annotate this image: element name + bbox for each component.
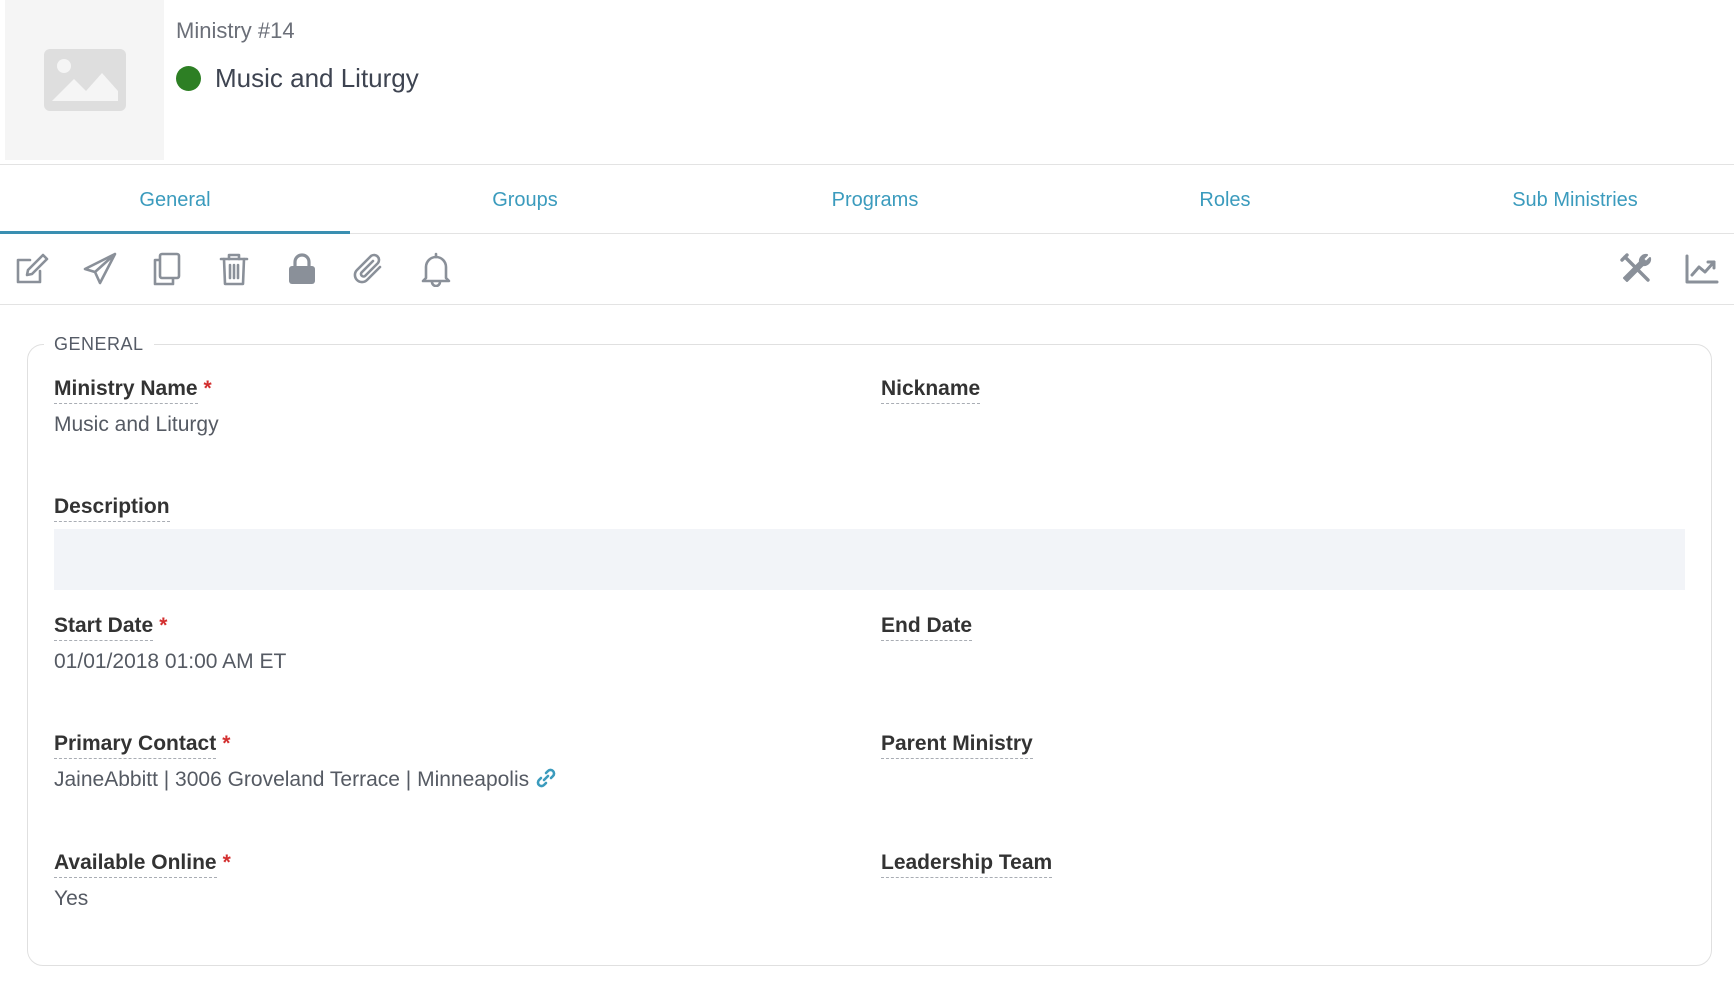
section-legend: GENERAL xyxy=(44,333,154,355)
copy-button[interactable] xyxy=(149,251,185,287)
record-meta: Ministry #14 Music and Liturgy xyxy=(176,16,419,94)
action-toolbar xyxy=(0,234,1734,305)
required-marker: * xyxy=(203,377,212,400)
primary-contact-field: Primary Contact * JaineAbbitt | 3006 Grov… xyxy=(54,731,557,798)
end-date-field: End Date xyxy=(881,613,973,647)
lock-button[interactable] xyxy=(284,251,320,287)
parent-ministry-field: Parent Ministry xyxy=(881,731,1033,765)
description-label: Description xyxy=(54,494,170,522)
start-date-field: Start Date * 01/01/2018 01:00 AM ET xyxy=(54,613,286,677)
edit-icon xyxy=(16,253,49,284)
record-number: Ministry #14 xyxy=(176,18,295,43)
notifications-button[interactable] xyxy=(418,251,454,287)
tools-button[interactable] xyxy=(1618,251,1654,287)
primary-contact-label: Primary Contact xyxy=(54,731,217,759)
tab-roles[interactable]: Roles xyxy=(1050,165,1400,233)
start-date-label: Start Date xyxy=(54,613,154,641)
attach-button[interactable] xyxy=(351,251,387,287)
analytics-button[interactable] xyxy=(1684,251,1720,287)
primary-contact-value: JaineAbbitt | 3006 Groveland Terrace | M… xyxy=(54,768,530,791)
contact-link-button[interactable] xyxy=(535,767,557,798)
record-title-row: Music and Liturgy xyxy=(176,62,419,94)
ministry-name-value: Music and Liturgy xyxy=(54,413,219,436)
primary-contact-row: JaineAbbitt | 3006 Groveland Terrace | M… xyxy=(54,765,557,798)
start-date-value: 01/01/2018 01:00 AM ET xyxy=(54,650,287,673)
record-header: Ministry #14 Music and Liturgy xyxy=(0,0,1734,165)
required-marker: * xyxy=(222,851,231,874)
leadership-team-field: Leadership Team xyxy=(881,850,1053,884)
required-marker: * xyxy=(222,732,231,755)
leadership-team-label: Leadership Team xyxy=(881,850,1053,878)
tab-programs[interactable]: Programs xyxy=(700,165,1050,233)
description-field: Description xyxy=(54,494,170,522)
bell-icon xyxy=(421,252,451,287)
ministry-thumbnail[interactable] xyxy=(5,0,164,160)
ministry-name-field: Ministry Name * Music and Liturgy xyxy=(54,376,219,440)
delete-button[interactable] xyxy=(216,251,252,287)
required-marker: * xyxy=(159,614,168,637)
status-indicator xyxy=(176,65,201,91)
link-icon xyxy=(536,768,556,788)
tab-general[interactable]: General xyxy=(0,165,350,234)
end-date-label: End Date xyxy=(881,613,973,641)
available-online-label: Available Online xyxy=(54,850,217,878)
paperclip-icon xyxy=(353,253,382,284)
tab-sub-ministries[interactable]: Sub Ministries xyxy=(1400,165,1734,233)
available-online-field: Available Online * Yes xyxy=(54,850,231,914)
tab-bar: General Groups Programs Roles Sub Minist… xyxy=(0,165,1734,234)
parent-ministry-label: Parent Ministry xyxy=(881,731,1033,759)
trash-icon xyxy=(219,253,249,286)
page-title: Music and Liturgy xyxy=(215,63,419,93)
nickname-field: Nickname xyxy=(881,376,981,410)
nickname-label: Nickname xyxy=(881,376,981,404)
lock-icon xyxy=(289,253,315,284)
ministry-name-label: Ministry Name xyxy=(54,376,198,404)
description-value xyxy=(54,529,1685,590)
copy-icon xyxy=(153,252,181,286)
tab-groups[interactable]: Groups xyxy=(350,165,700,233)
send-button[interactable] xyxy=(82,251,118,287)
chart-icon xyxy=(1685,254,1719,284)
send-icon xyxy=(83,252,117,285)
image-placeholder-icon xyxy=(43,49,126,111)
tools-icon xyxy=(1620,253,1652,282)
edit-button[interactable] xyxy=(14,251,50,287)
available-online-value: Yes xyxy=(54,887,89,910)
